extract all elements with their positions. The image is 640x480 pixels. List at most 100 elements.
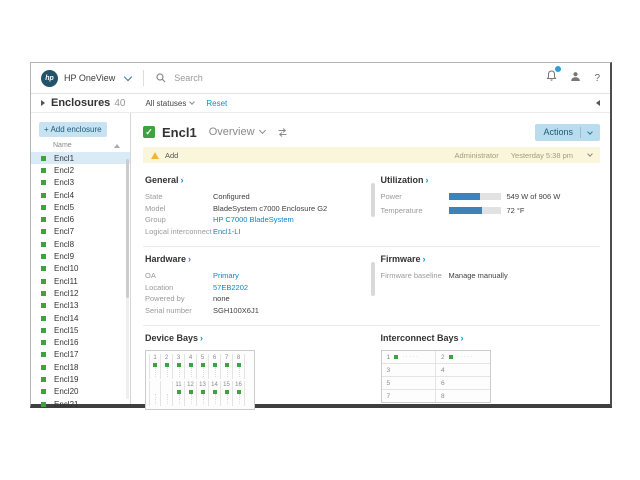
user-icon[interactable] bbox=[570, 69, 581, 87]
status-ok-icon bbox=[165, 363, 169, 367]
list-item[interactable]: Encl6 bbox=[31, 213, 130, 225]
bay-number: 3 bbox=[387, 367, 391, 374]
column-divider bbox=[371, 262, 375, 296]
enclosure-name: Encl5 bbox=[54, 203, 74, 212]
list-item[interactable]: Encl5 bbox=[31, 201, 130, 213]
notification-task[interactable]: Add bbox=[165, 151, 178, 160]
status-ok-icon bbox=[213, 363, 217, 367]
interconnect-table: 1·····2·····345678 bbox=[381, 350, 491, 403]
detail-label: Logical interconnect bbox=[145, 227, 213, 236]
utilization-section-title[interactable]: Utilization› bbox=[381, 175, 601, 185]
help-icon[interactable]: ? bbox=[594, 73, 600, 84]
list-item[interactable]: Encl19 bbox=[31, 373, 130, 385]
enclosure-name: Encl9 bbox=[54, 252, 74, 261]
bay-number: 7 bbox=[225, 355, 228, 362]
warning-icon bbox=[151, 152, 159, 159]
banner-actions: ? bbox=[546, 69, 600, 87]
enclosure-name: Encl19 bbox=[54, 375, 78, 384]
interconnect-bay: 4 bbox=[436, 364, 490, 376]
notification-bar[interactable]: Add Administrator Yesterday 5:38 pm bbox=[143, 147, 600, 163]
detail-row: Location57EB2202 bbox=[145, 283, 365, 292]
list-item[interactable]: Encl10 bbox=[31, 263, 130, 275]
enclosure-name: Encl2 bbox=[54, 166, 74, 175]
list-item[interactable]: Encl20 bbox=[31, 386, 130, 398]
status-ok-icon bbox=[41, 389, 46, 394]
list-item[interactable]: Encl1 bbox=[31, 152, 130, 164]
interconnect-row: 78 bbox=[382, 389, 490, 402]
detail-value-link[interactable]: Primary bbox=[213, 271, 239, 280]
chevron-down-icon[interactable] bbox=[587, 151, 593, 157]
list-item[interactable]: Encl12 bbox=[31, 287, 130, 299]
detail-row: Powered bynone bbox=[145, 294, 365, 303]
detail-label: Group bbox=[145, 215, 213, 224]
search-box[interactable] bbox=[156, 72, 546, 84]
status-ok-icon bbox=[41, 303, 46, 308]
search-icon bbox=[156, 73, 166, 83]
hardware-section: Hardware› OAPrimaryLocation57EB2202Power… bbox=[145, 254, 365, 317]
status-filter-dropdown[interactable]: All statuses bbox=[145, 99, 194, 108]
bay-number: 14 bbox=[211, 382, 218, 389]
enclosure-name: Encl1 bbox=[54, 154, 74, 163]
actions-button[interactable]: Actions bbox=[535, 124, 600, 141]
firmware-section: Firmware› Firmware baselineManage manual… bbox=[381, 254, 601, 317]
chevron-down-icon bbox=[258, 127, 265, 134]
list-item[interactable]: Encl9 bbox=[31, 250, 130, 262]
list-item[interactable]: Encl13 bbox=[31, 300, 130, 312]
scrollbar-thumb[interactable] bbox=[126, 159, 129, 298]
reset-filter-link[interactable]: Reset bbox=[206, 99, 227, 108]
list-header[interactable]: Name bbox=[31, 142, 130, 152]
bay-number: 12 bbox=[187, 382, 194, 389]
device-bay: 7 bbox=[221, 354, 233, 379]
firmware-section-title[interactable]: Firmware› bbox=[381, 254, 601, 264]
list-item[interactable]: Encl16 bbox=[31, 336, 130, 348]
main-menu-expand-icon[interactable] bbox=[41, 100, 45, 106]
sidebar-scrollbar[interactable] bbox=[126, 159, 129, 399]
list-item[interactable]: Encl11 bbox=[31, 275, 130, 287]
detail-value-link[interactable]: HP C7000 BladeSystem bbox=[213, 215, 294, 224]
status-ok-icon bbox=[41, 193, 46, 198]
status-ok-icon bbox=[189, 390, 193, 394]
name-column-header[interactable]: Name bbox=[53, 142, 72, 149]
device-bay bbox=[161, 381, 173, 406]
app-window: hp HP OneView bbox=[30, 62, 612, 408]
list-item[interactable]: Encl17 bbox=[31, 349, 130, 361]
list-item[interactable]: Encl18 bbox=[31, 361, 130, 373]
notifications-bell-icon[interactable] bbox=[546, 69, 557, 87]
bay-number: 11 bbox=[175, 382, 181, 389]
interconnect-bays-section-title[interactable]: Interconnect Bays› bbox=[381, 333, 601, 343]
enclosure-name: Encl18 bbox=[54, 363, 78, 372]
bay-number: 5 bbox=[387, 380, 391, 387]
list-item[interactable]: Encl21 bbox=[31, 398, 130, 410]
utilization-value: 72 °F bbox=[507, 206, 525, 215]
view-selector-dropdown[interactable]: Overview bbox=[209, 126, 265, 138]
utilization-bar bbox=[449, 207, 501, 214]
search-input[interactable] bbox=[172, 72, 396, 84]
list-item[interactable]: Encl3 bbox=[31, 177, 130, 189]
interconnect-bay: 7 bbox=[382, 390, 437, 402]
resource-count: 40 bbox=[114, 98, 125, 109]
chevron-down-icon[interactable] bbox=[124, 72, 132, 80]
add-enclosure-button[interactable]: + Add enclosure bbox=[39, 122, 107, 137]
device-bays-top: 12345678 bbox=[148, 354, 252, 379]
device-bay: 8 bbox=[233, 354, 245, 379]
list-item[interactable]: Encl8 bbox=[31, 238, 130, 250]
hardware-section-title[interactable]: Hardware› bbox=[145, 254, 365, 264]
list-item[interactable]: Encl7 bbox=[31, 226, 130, 238]
list-item[interactable]: Encl4 bbox=[31, 189, 130, 201]
detail-value-link[interactable]: Encl1-LI bbox=[213, 227, 241, 236]
list-item[interactable]: Encl2 bbox=[31, 164, 130, 176]
collapse-panel-icon[interactable] bbox=[596, 100, 600, 106]
enclosure-name: Encl4 bbox=[54, 191, 74, 200]
related-resources-icon[interactable] bbox=[277, 127, 288, 138]
detail-value-link[interactable]: 57EB2202 bbox=[213, 283, 248, 292]
general-section-title[interactable]: General› bbox=[145, 175, 365, 185]
utilization-label: Power bbox=[381, 192, 449, 201]
device-bay: 4 bbox=[185, 354, 197, 379]
list-item[interactable]: Encl14 bbox=[31, 312, 130, 324]
status-ok-icon bbox=[41, 168, 46, 173]
notification-meta: Administrator Yesterday 5:38 pm bbox=[455, 151, 592, 160]
sort-ascending-icon[interactable] bbox=[114, 144, 120, 148]
list-item[interactable]: Encl15 bbox=[31, 324, 130, 336]
utilization-value: 549 W of 906 W bbox=[507, 192, 561, 201]
device-bays-section-title[interactable]: Device Bays› bbox=[145, 333, 365, 343]
